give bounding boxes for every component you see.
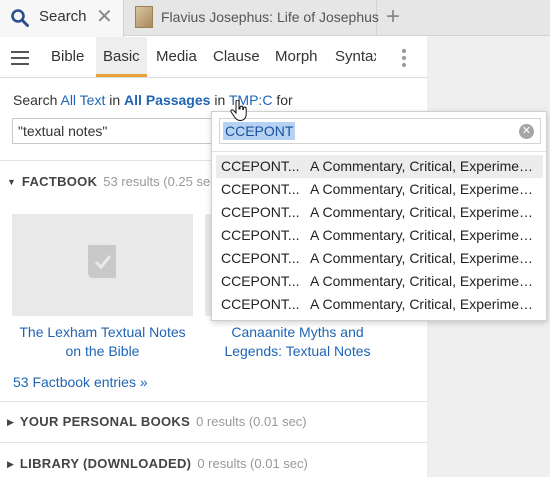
book-cover-thumbnail: [135, 6, 153, 28]
tab-syntax-clip: Syntax: [328, 37, 376, 77]
resource-option[interactable]: CCEPONT... A Commentary, Critical, Exper…: [216, 293, 543, 316]
resource-abbreviation: CCEPONT...: [221, 250, 300, 266]
clear-icon[interactable]: ✕: [519, 124, 534, 139]
tab-clause[interactable]: Clause: [206, 37, 267, 77]
tab-search[interactable]: Search ✕: [0, 0, 124, 37]
resource-title: A Commentary, Critical, Experimental, an…: [310, 204, 540, 220]
book-title-link[interactable]: Canaanite Myths and Legends: Textual Not…: [205, 323, 390, 361]
resource-title: A Commentary, Critical, Experimental, an…: [310, 273, 540, 289]
book-title-line: on the Bible: [65, 343, 140, 359]
resource-abbreviation: CCEPONT...: [221, 204, 300, 220]
section-personal-books[interactable]: ▶ YOUR PERSONAL BOOKS 0 results (0.01 sec): [7, 414, 307, 429]
in-text: in: [109, 92, 121, 108]
tab-morph[interactable]: Morph: [268, 37, 325, 77]
for-text: for: [276, 92, 293, 108]
section-factbook[interactable]: ▼ FACTBOOK 53 results (0.25 sec): [7, 174, 221, 189]
resource-picker-dropdown: CCEPONT ✕ CCEPONT... A Commentary, Criti…: [211, 111, 547, 321]
section-title: LIBRARY (DOWNLOADED): [19, 456, 192, 471]
section-title: YOUR PERSONAL BOOKS: [19, 414, 191, 429]
resource-option[interactable]: CCEPONT... A Commentary, Critical, Exper…: [216, 201, 543, 224]
resource-option[interactable]: CCEPONT... A Commentary, Critical, Exper…: [216, 247, 543, 270]
book-title-line: Legends: Textual Notes: [224, 343, 371, 359]
section-library[interactable]: ▶ LIBRARY (DOWNLOADED) 0 results (0.01 sec…: [7, 456, 308, 471]
resource-abbreviation: CCEPONT...: [221, 227, 300, 243]
tab-media[interactable]: Media: [149, 37, 204, 77]
resource-abbreviation: CCEPONT...: [221, 273, 300, 289]
book-title-line: Canaanite Myths and: [231, 324, 364, 340]
resource-title: A Commentary, Critical, Experimental, an…: [310, 250, 540, 266]
search-kind-bar: Bible Basic Media Clause Morph Syntax: [0, 37, 427, 78]
selected-filter-text: CCEPONT: [223, 122, 296, 140]
resource-title: A Commentary, Critical, Experimental, an…: [310, 227, 540, 243]
resource-abbreviation: CCEPONT...: [221, 181, 300, 197]
search-input[interactable]: "textual notes": [12, 118, 222, 144]
result-count: 0 results (0.01 sec): [196, 414, 307, 429]
range-link[interactable]: All Passages: [124, 92, 210, 108]
book-title-line: The Lexham Textual Notes: [19, 324, 186, 340]
more-options-icon[interactable]: [402, 49, 406, 70]
resource-abbreviation: CCEPONT...: [221, 296, 300, 312]
divider: [0, 401, 427, 402]
resource-option[interactable]: CCEPONT... A Commentary, Critical, Exper…: [216, 155, 543, 178]
in-text: in: [214, 92, 226, 108]
resource-filter-input[interactable]: CCEPONT ✕: [219, 118, 541, 144]
add-tab-icon[interactable]: +: [386, 2, 400, 32]
pointer-cursor-icon: [230, 100, 247, 122]
book-icon: [87, 245, 116, 280]
resource-title: A Commentary, Critical, Experimental, an…: [310, 296, 540, 312]
close-icon[interactable]: ✕: [96, 5, 113, 29]
tab-document-label: Flavius Josephus: Life of Josephus: [161, 9, 379, 25]
resource-title: A Commentary, Critical, Experimental, an…: [310, 181, 540, 197]
divider: [212, 151, 546, 152]
search-icon: [11, 9, 29, 27]
tab-document[interactable]: Flavius Josephus: Life of Josephus: [125, 0, 379, 36]
tab-syntax[interactable]: Syntax: [328, 37, 376, 77]
resource-option[interactable]: CCEPONT... A Commentary, Critical, Exper…: [216, 224, 543, 247]
resource-abbreviation: CCEPONT...: [221, 158, 300, 174]
collapse-triangle-icon: ▼: [7, 177, 16, 187]
search-scope-line: Search All Text in All Passages in TMP:C…: [13, 92, 293, 108]
resource-option[interactable]: CCEPONT... A Commentary, Critical, Exper…: [216, 270, 543, 293]
book-title-link[interactable]: The Lexham Textual Notes on the Bible: [12, 323, 193, 361]
tab-basic[interactable]: Basic: [96, 37, 147, 77]
divider: [0, 442, 427, 443]
tab-bible[interactable]: Bible: [44, 37, 91, 77]
expand-triangle-icon: ▶: [7, 459, 14, 469]
menu-icon[interactable]: [11, 51, 29, 65]
result-count: 0 results (0.01 sec): [197, 456, 308, 471]
tab-strip: Search ✕ Flavius Josephus: Life of Josep…: [0, 0, 550, 37]
section-title: FACTBOOK: [21, 174, 98, 189]
factbook-entries-link[interactable]: 53 Factbook entries »: [13, 374, 148, 390]
scope-link[interactable]: All Text: [60, 92, 105, 108]
tab-search-label: Search: [39, 8, 87, 25]
expand-triangle-icon: ▶: [7, 417, 14, 427]
resource-title: A Commentary, Critical, Experimental, an…: [310, 158, 540, 174]
result-count: 53 results (0.25 sec): [103, 174, 222, 189]
resource-option[interactable]: CCEPONT... A Commentary, Critical, Exper…: [216, 178, 543, 201]
search-prefix: Search: [13, 92, 58, 108]
